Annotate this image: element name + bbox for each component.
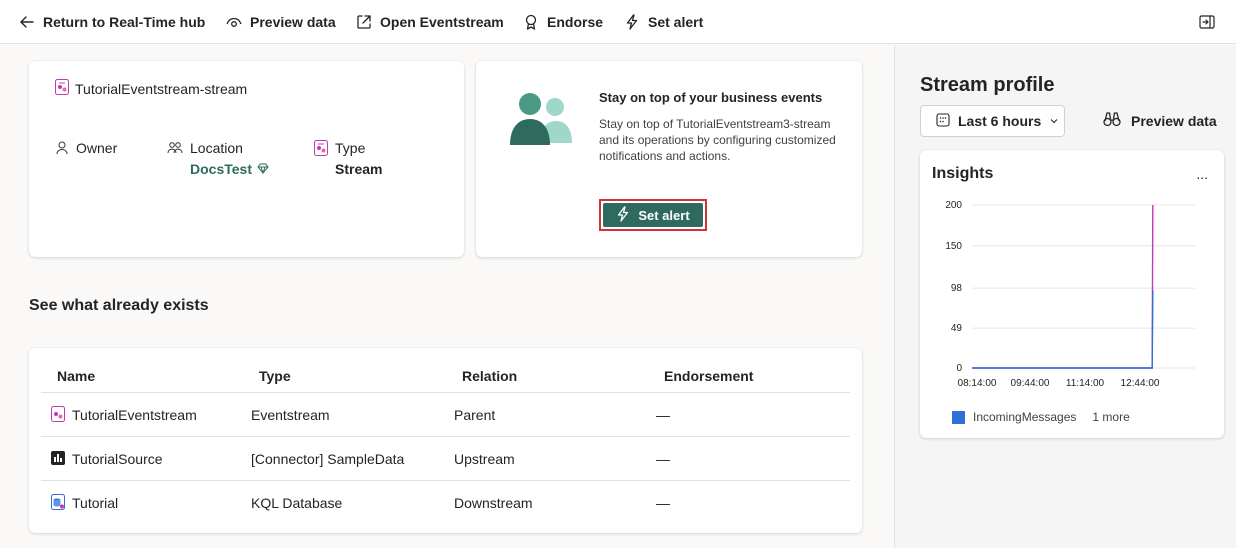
time-range-value: Last 6 hours xyxy=(958,113,1042,129)
eye-icon xyxy=(225,13,243,31)
open-eventstream-button[interactable]: Open Eventstream xyxy=(355,0,504,44)
x-tick-label: 12:44:00 xyxy=(1121,378,1160,389)
chart-legend: IncomingMessages 1 more xyxy=(952,410,1130,424)
y-tick-label: 150 xyxy=(945,241,962,252)
people-illustration-icon xyxy=(508,91,574,150)
endorse-button[interactable]: Endorse xyxy=(522,0,603,44)
workspace-icon xyxy=(167,140,183,177)
profile-title: Stream profile xyxy=(920,74,1055,96)
kql-database-icon xyxy=(51,493,65,513)
insights-card: Insights ... 0 49 98 150 200 08:14:00 09:44:00… xyxy=(920,150,1224,438)
preview-data-button[interactable]: Preview data xyxy=(225,0,336,44)
row-relation: Downstream xyxy=(454,495,533,511)
type-field: Type Stream xyxy=(314,140,382,177)
row-name-cell: TutorialSource xyxy=(51,437,163,481)
ribbon-icon xyxy=(522,13,540,31)
stream-profile-panel: Stream profile Last 6 hours Preview data… xyxy=(894,45,1236,548)
binoculars-icon xyxy=(1103,111,1121,130)
owner-label: Owner xyxy=(76,140,118,156)
lightning-icon xyxy=(623,13,641,31)
table-row[interactable]: Tutorial KQL Database Downstream — xyxy=(41,480,850,524)
row-endorsement: — xyxy=(656,407,670,423)
set-alert-promo-card: Stay on top of your business events Stay… xyxy=(476,61,862,257)
type-value: Stream xyxy=(335,161,383,177)
promo-description: Stay on top of TutorialEventstream3-stre… xyxy=(599,117,836,163)
legend-series-name: IncomingMessages xyxy=(973,410,1077,424)
connector-icon xyxy=(51,450,65,468)
legend-swatch xyxy=(952,410,965,424)
set-alert-button[interactable]: Set alert xyxy=(599,199,707,231)
header-relation: Relation xyxy=(462,368,518,384)
promo-title: Stay on top of your business events xyxy=(599,90,823,105)
header-name: Name xyxy=(57,368,96,384)
location-label: Location xyxy=(190,140,243,156)
header-type: Type xyxy=(259,368,291,384)
table-row[interactable]: TutorialSource [Connector] SampleData Up… xyxy=(41,436,850,480)
stream-type-icon xyxy=(314,140,328,177)
row-endorsement: — xyxy=(656,495,670,511)
owner-field: Owner xyxy=(55,140,117,159)
return-label: Return to Real-Time hub xyxy=(43,14,206,30)
y-tick-label: 0 xyxy=(956,363,962,374)
row-name[interactable]: Tutorial xyxy=(72,495,118,511)
profile-preview-data-button[interactable]: Preview data xyxy=(1103,111,1217,130)
table-row[interactable]: TutorialEventstream Eventstream Parent — xyxy=(41,392,850,436)
row-endorsement: — xyxy=(656,451,670,467)
stream-name-text: TutorialEventstream-stream xyxy=(75,80,248,97)
location-value: DocsTest xyxy=(190,161,252,177)
row-name[interactable]: TutorialSource xyxy=(72,451,163,467)
lightning-icon xyxy=(616,205,630,225)
insights-chart: 0 49 98 150 200 08:14:00 09:44:00 11:14:00 12:44… xyxy=(945,200,1195,389)
diamond-icon xyxy=(257,161,269,177)
header-endorsement: Endorsement xyxy=(664,368,754,384)
related-items-table: Name Type Relation Endorsement TutorialE… xyxy=(29,348,862,533)
row-type: [Connector] SampleData xyxy=(251,451,405,467)
preview-data-label: Preview data xyxy=(250,14,336,30)
x-tick-label: 11:14:00 xyxy=(1066,378,1105,389)
set-alert-toolbar-label: Set alert xyxy=(648,14,704,30)
main-content: TutorialEventstream-stream Owner Locatio… xyxy=(0,45,893,548)
series-line xyxy=(972,290,1154,369)
series-line xyxy=(972,204,1154,369)
location-field: Location DocsTest xyxy=(167,140,269,177)
section-title: See what already exists xyxy=(29,297,209,314)
set-alert-button-label: Set alert xyxy=(638,207,690,223)
row-type: Eventstream xyxy=(251,407,330,423)
set-alert-toolbar-button[interactable]: Set alert xyxy=(623,0,703,44)
row-relation: Parent xyxy=(454,407,496,423)
chevron-down-icon xyxy=(1049,113,1059,129)
y-tick-label: 200 xyxy=(945,200,962,211)
calendar-icon xyxy=(936,112,950,130)
toolbar: Return to Real-Time hub Preview data Ope… xyxy=(0,0,1236,44)
stream-details-card: TutorialEventstream-stream Owner Locatio… xyxy=(29,61,464,257)
stream-title: TutorialEventstream-stream xyxy=(55,79,247,98)
endorse-label: Endorse xyxy=(547,14,604,30)
y-tick-label: 49 xyxy=(951,323,963,334)
row-name-cell: Tutorial xyxy=(51,481,118,525)
eventstream-icon xyxy=(51,405,65,425)
row-name-cell: TutorialEventstream xyxy=(51,393,197,437)
person-icon xyxy=(55,140,69,159)
collapse-panel-icon[interactable] xyxy=(1198,13,1216,34)
row-name[interactable]: TutorialEventstream xyxy=(72,407,197,423)
x-tick-label: 09:44:00 xyxy=(1011,378,1050,389)
open-eventstream-label: Open Eventstream xyxy=(380,14,504,30)
time-range-dropdown[interactable]: Last 6 hours xyxy=(920,105,1065,137)
x-tick-label: 08:14:00 xyxy=(958,378,997,389)
location-value-link[interactable]: DocsTest xyxy=(190,161,269,177)
y-tick-label: 98 xyxy=(951,283,963,294)
profile-preview-data-label: Preview data xyxy=(1131,112,1217,129)
open-external-icon xyxy=(355,13,373,31)
row-relation: Upstream xyxy=(454,451,515,467)
legend-more-button[interactable]: 1 more xyxy=(1092,410,1129,424)
eventstream-icon xyxy=(55,79,69,98)
row-type: KQL Database xyxy=(251,495,343,511)
return-button[interactable]: Return to Real-Time hub xyxy=(18,0,205,44)
type-label: Type xyxy=(335,140,366,156)
arrow-left-icon xyxy=(18,13,36,31)
